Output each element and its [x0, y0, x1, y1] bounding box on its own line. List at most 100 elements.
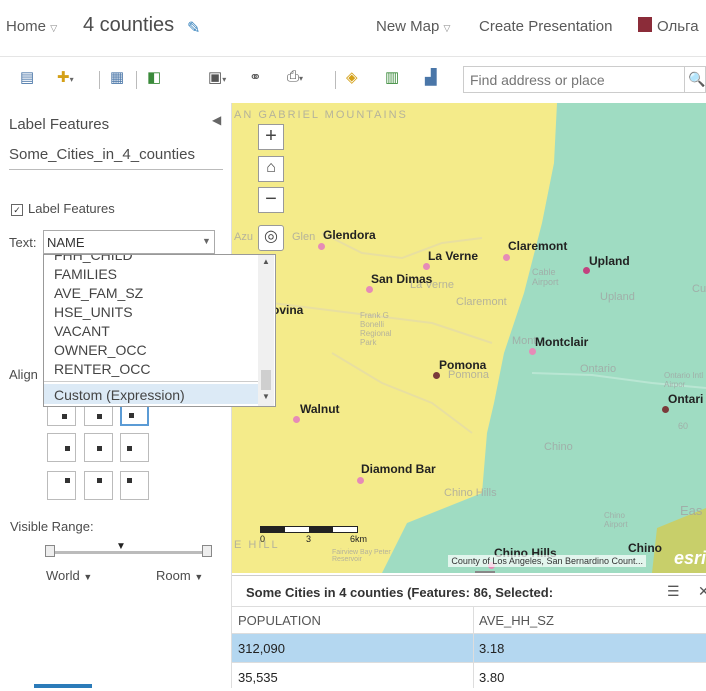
placement-button[interactable] [47, 433, 76, 462]
layer-name: Some_Cities_in_4_counties [9, 146, 195, 163]
new-map-menu[interactable]: New Map ▽ [376, 18, 450, 35]
dropdown-option[interactable]: FAMILIES [54, 266, 117, 282]
add-icon[interactable]: ✚▾ [57, 68, 74, 86]
close-icon[interactable]: ✕ [698, 583, 706, 600]
placement-button[interactable] [47, 471, 76, 500]
city-marker[interactable] [583, 267, 590, 274]
checkbox-label: Label Features [28, 201, 115, 216]
table-options-icon[interactable]: ☰ [667, 583, 680, 600]
placement-dot [127, 446, 132, 451]
city-marker[interactable] [529, 348, 536, 355]
placement-button[interactable] [120, 471, 149, 500]
bottom-tab-indicator [34, 684, 92, 688]
dropdown-option[interactable]: VACANT [54, 323, 110, 339]
ghost-label: Chino [544, 441, 573, 453]
panel-title: Label Features [9, 116, 110, 133]
slider-max-handle[interactable] [202, 545, 212, 557]
analysis-icon[interactable]: ◧ [147, 68, 161, 86]
column-divider [473, 607, 474, 688]
placement-button[interactable] [84, 433, 113, 462]
field-dropdown-list: FHH_CHILD FAMILIES AVE_FAM_SZ HSE_UNITS … [43, 254, 276, 407]
city-label: Claremont [508, 239, 568, 253]
slider-min-handle[interactable] [45, 545, 55, 557]
home-extent-button[interactable]: ⌂ [258, 156, 284, 182]
visible-range-slider[interactable] [48, 551, 208, 554]
column-header-population[interactable]: POPULATION [238, 613, 321, 628]
column-header-ave-hh-sz[interactable]: AVE_HH_SZ [479, 613, 554, 628]
placement-dot [129, 413, 134, 418]
table-row[interactable] [232, 663, 706, 691]
cell-population: 312,090 [238, 641, 285, 656]
zoom-out-button[interactable]: − [258, 187, 284, 213]
dropdown-option[interactable]: HSE_UNITS [54, 304, 133, 320]
city-marker[interactable] [366, 286, 373, 293]
city-marker[interactable] [357, 477, 364, 484]
bookmarks-icon[interactable]: ▟ [425, 68, 437, 86]
zoom-in-button[interactable]: + [258, 124, 284, 150]
share-icon[interactable]: ⚭ [249, 68, 262, 86]
search-icon[interactable]: 🔍 [685, 66, 706, 93]
scrollbar-thumb[interactable] [261, 370, 271, 390]
ghost-label: Ontario Intl Airpor [664, 371, 704, 389]
text-field-value: NAME [47, 235, 85, 250]
city-marker[interactable] [503, 254, 510, 261]
label-features-checkbox[interactable]: ✓ [11, 204, 23, 216]
ghost-label: AN GABRIEL MOUNTAINS [234, 109, 408, 121]
save-icon[interactable]: ▣▾ [208, 68, 226, 86]
dropdown-option[interactable]: OWNER_OCC [54, 342, 147, 358]
map-attribution: County of Los Angeles, San Bernardino Co… [448, 555, 646, 567]
city-label: ovina [272, 303, 304, 317]
avatar[interactable] [638, 17, 652, 32]
print-icon[interactable]: ⎙▾ [287, 68, 303, 85]
city-label: Diamond Bar [361, 462, 436, 476]
table-resize-handle[interactable] [475, 571, 495, 573]
city-label: Montclair [535, 335, 589, 349]
create-presentation-link[interactable]: Create Presentation [479, 18, 612, 35]
city-label: Ontari [668, 392, 704, 406]
table-row[interactable] [232, 634, 706, 662]
search-input[interactable] [463, 66, 685, 93]
table-title: Some Cities in 4 counties (Features: 86,… [246, 585, 554, 600]
scroll-down-icon[interactable]: ▼ [262, 392, 270, 401]
world-scale-select[interactable]: World ▼ [46, 568, 92, 583]
dropdown-option[interactable]: FHH_CHILD [54, 255, 133, 263]
chevron-down-icon: ▽ [443, 23, 451, 33]
username-menu[interactable]: Ольга [657, 18, 699, 35]
scroll-up-icon[interactable]: ▲ [262, 257, 270, 266]
locate-button[interactable]: ◎ [258, 225, 284, 251]
map-title: 4 counties [83, 14, 175, 36]
city-label: Walnut [300, 402, 340, 416]
measure-icon[interactable]: ▥ [385, 68, 399, 86]
directions-icon[interactable]: ◈ [346, 68, 358, 86]
room-scale-select[interactable]: Room ▼ [156, 568, 203, 583]
city-marker[interactable] [662, 406, 669, 413]
map-view[interactable]: AN GABRIEL MOUNTAINS Glen Azu La Verne C… [232, 103, 706, 573]
cell-population: 35,535 [238, 670, 278, 685]
edit-pencil-icon[interactable]: ✎ [187, 18, 200, 38]
city-marker[interactable] [433, 372, 440, 379]
cell-ave-hh-sz: 3.18 [479, 641, 505, 656]
chevron-down-icon[interactable]: ▼ [202, 236, 211, 246]
placement-button[interactable] [84, 471, 113, 500]
dropdown-option[interactable]: RENTER_OCC [54, 361, 150, 377]
city-label: San Dimas [371, 272, 433, 286]
placement-dot [62, 414, 67, 419]
ghost-label: Glen [292, 231, 316, 243]
ghost-label: Cable Airport [532, 267, 559, 287]
ghost-label: E HILL [234, 539, 280, 551]
placement-button[interactable] [120, 433, 149, 462]
toolbar-divider [335, 71, 336, 89]
ghost-label: Cu [692, 283, 706, 295]
city-marker[interactable] [293, 416, 300, 423]
city-marker[interactable] [318, 243, 325, 250]
ghost-label: Frank G Bonelli Regional Park [360, 311, 392, 347]
collapse-panel-icon[interactable]: ◀ [212, 113, 221, 127]
home-menu[interactable]: Home ▽ [6, 18, 57, 35]
esri-logo: esri [673, 548, 706, 568]
dropdown-option[interactable]: AVE_FAM_SZ [54, 285, 143, 301]
basemap-icon[interactable]: ▦ [110, 68, 124, 86]
city-label: Pomona [439, 358, 487, 372]
city-marker[interactable] [423, 263, 430, 270]
details-icon[interactable]: ▤ [20, 68, 34, 86]
toolbar-divider [136, 71, 137, 89]
